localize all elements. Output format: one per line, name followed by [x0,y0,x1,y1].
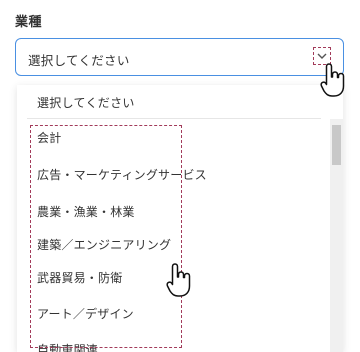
dropdown-option-agriculture[interactable]: 農業・漁業・林業 [37,203,135,220]
dropdown-option-defense[interactable]: 武器貿易・防衛 [37,269,122,286]
dropdown-list: 選択してください 会計 広告・マーケティングサービス 農業・漁業・林業 建築／エ… [17,85,343,352]
industry-select[interactable]: 選択してください [15,38,344,76]
dropdown-option-art-design[interactable]: アート／デザイン [37,305,134,322]
divider [27,118,321,119]
dropdown-option-accounting[interactable]: 会計 [37,129,61,146]
dropdown-option-construction[interactable]: 建築／エンジニアリング [37,236,171,253]
select-value: 選択してください [28,53,130,68]
hand-pointer-icon [166,263,191,297]
scrollbar-thumb[interactable] [332,125,341,165]
dropdown-option-advertising[interactable]: 広告・マーケティングサービス [37,166,207,183]
scrollbar[interactable] [330,119,343,352]
hand-pointer-icon [320,63,345,97]
dropdown-option-placeholder[interactable]: 選択してください [37,94,135,111]
dropdown-option-automotive[interactable]: 自動車関連 [37,341,98,352]
field-label: 業種 [15,15,43,30]
